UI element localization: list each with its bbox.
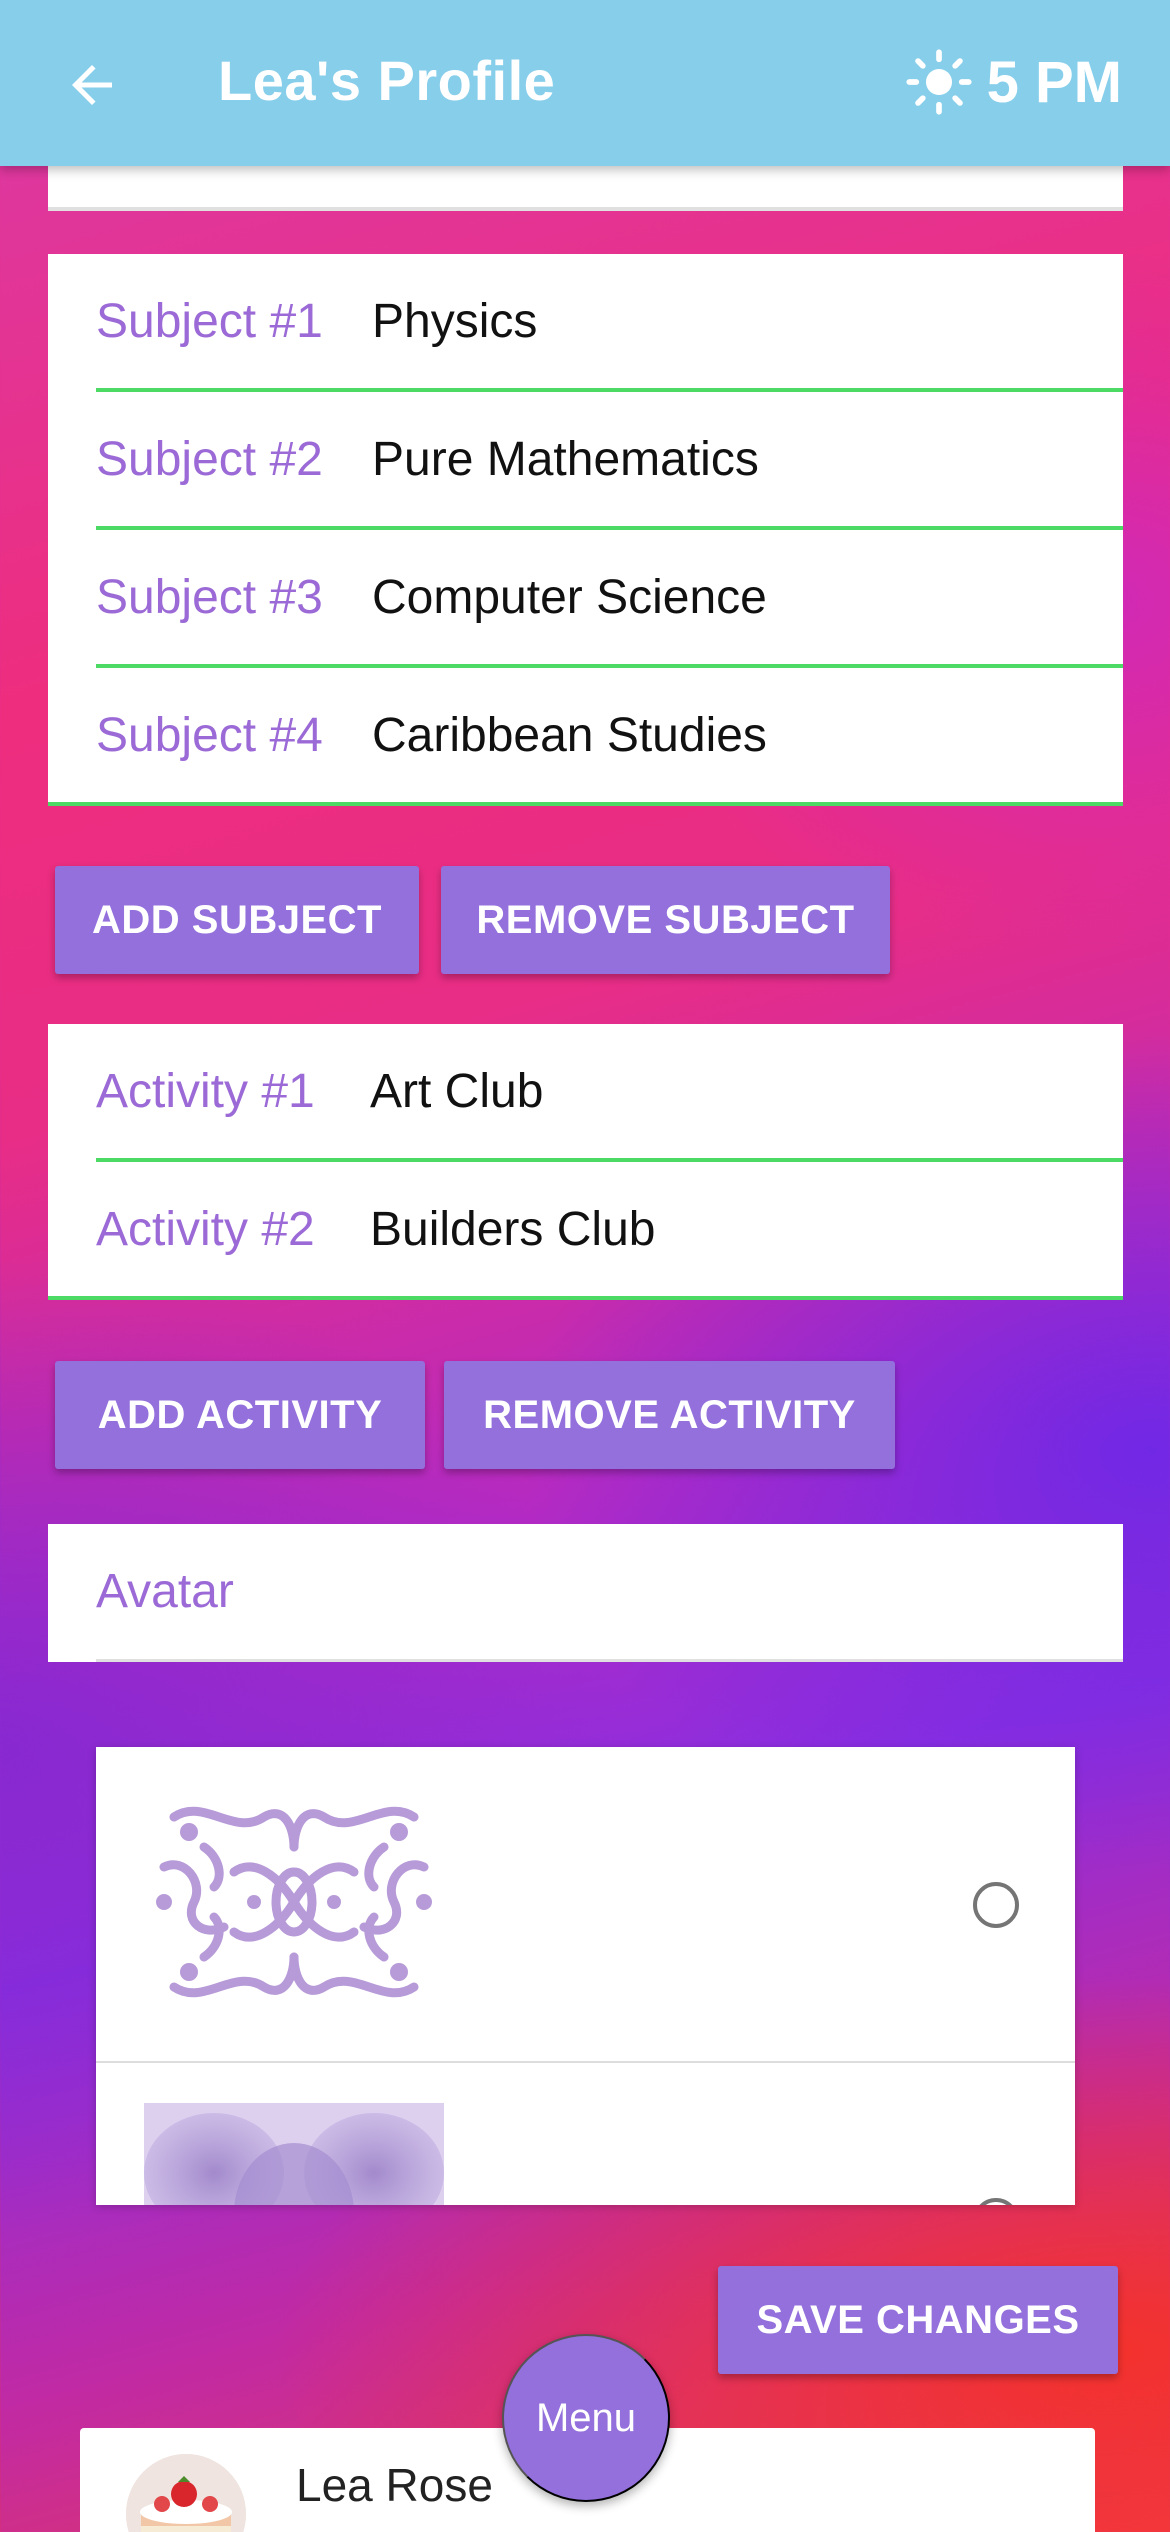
watercolor-pattern-icon	[144, 2103, 444, 2205]
time-label: 5 PM	[986, 49, 1122, 115]
subject-label: Subject #2	[96, 432, 323, 486]
user-name: Lea Rose	[296, 2459, 493, 2511]
activity-label: Activity #2	[96, 1202, 315, 1256]
field-underline	[48, 802, 1123, 806]
field-underline	[48, 1296, 1123, 1300]
field-underline	[96, 1659, 1123, 1662]
subjects-card: Subject #1 Physics Subject #2 Pure Mathe…	[48, 254, 1123, 806]
subject-input[interactable]: Physics	[372, 254, 537, 388]
previous-field-card	[48, 166, 1123, 211]
subject-input[interactable]: Caribbean Studies	[372, 668, 767, 802]
menu-button[interactable]: Menu	[502, 2334, 670, 2502]
weather-time: 5 PM	[905, 42, 1122, 122]
avatar-option[interactable]	[96, 2063, 1075, 2205]
arrow-left-icon[interactable]	[62, 55, 122, 115]
activity-row[interactable]: Activity #2 Builders Club	[48, 1162, 1123, 1300]
subject-label: Subject #1	[96, 294, 323, 348]
subject-row[interactable]: Subject #1 Physics	[48, 254, 1123, 392]
activity-input[interactable]: Art Club	[370, 1024, 543, 1158]
activity-row[interactable]: Activity #1 Art Club	[48, 1024, 1123, 1162]
remove-activity-button[interactable]: REMOVE ACTIVITY	[444, 1361, 895, 1469]
subject-label: Subject #3	[96, 570, 323, 624]
add-activity-button[interactable]: ADD ACTIVITY	[55, 1361, 425, 1469]
activities-card: Activity #1 Art Club Activity #2 Builder…	[48, 1024, 1123, 1300]
cake-avatar-icon	[126, 2454, 246, 2532]
avatar-field[interactable]: Avatar	[48, 1524, 1123, 1662]
app-bar: Lea's Profile 5 PM	[0, 0, 1170, 166]
avatar-radio[interactable]	[973, 1882, 1019, 1928]
add-subject-button[interactable]: ADD SUBJECT	[55, 866, 419, 974]
ornamental-pattern-icon	[156, 1806, 432, 1998]
page-title: Lea's Profile	[218, 49, 556, 112]
subject-row[interactable]: Subject #2 Pure Mathematics	[48, 392, 1123, 530]
subject-input[interactable]: Pure Mathematics	[372, 392, 759, 526]
subject-label: Subject #4	[96, 708, 323, 762]
activity-input[interactable]: Builders Club	[370, 1162, 655, 1296]
subject-row[interactable]: Subject #3 Computer Science	[48, 530, 1123, 668]
avatar-label: Avatar	[96, 1564, 234, 1618]
sun-icon	[906, 49, 972, 115]
subject-row[interactable]: Subject #4 Caribbean Studies	[48, 668, 1123, 806]
avatar-option-list[interactable]	[96, 1747, 1075, 2205]
avatar-option[interactable]	[96, 1747, 1075, 2063]
save-changes-button[interactable]: SAVE CHANGES	[718, 2266, 1118, 2374]
avatar-radio[interactable]	[973, 2198, 1019, 2205]
activity-label: Activity #1	[96, 1064, 315, 1118]
remove-subject-button[interactable]: REMOVE SUBJECT	[441, 866, 890, 974]
subject-input[interactable]: Computer Science	[372, 530, 767, 664]
